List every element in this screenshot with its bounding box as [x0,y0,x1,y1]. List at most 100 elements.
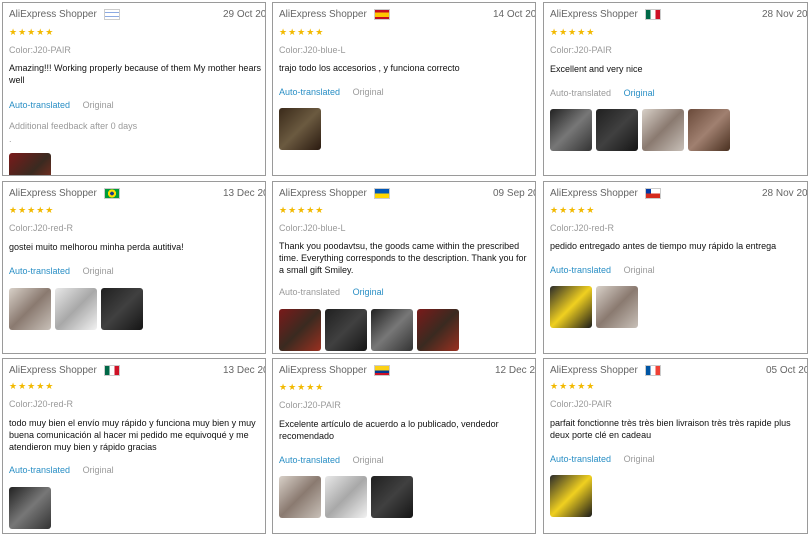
review-photo[interactable] [279,108,321,150]
rating-stars: ★★★★★ [279,205,325,215]
review-header: AliExpress Shopper 14 Oct 202 [279,9,535,23]
auto-translated-link[interactable]: Auto-translated [279,287,340,297]
original-link[interactable]: Original [624,454,655,464]
review-photo[interactable] [550,109,592,151]
review-card: AliExpress Shopper 13 Dec 202 ★★★★★ Colo… [2,181,266,354]
review-date: 13 Dec 202 [223,365,265,376]
review-header: AliExpress Shopper 09 Sep 202 [279,188,535,202]
country-flag-icon [373,365,390,376]
review-photos [279,108,321,150]
translation-toggle: Auto-translated Original [550,454,655,464]
review-photo[interactable] [417,309,459,351]
rating-stars: ★★★★★ [9,381,55,391]
shopper-name: AliExpress Shopper [550,188,638,199]
review-photos [279,476,413,518]
review-text: gostei muito melhorou minha perda autiti… [9,242,184,252]
review-card: AliExpress Shopper 13 Dec 202 ★★★★★ Colo… [2,358,266,534]
auto-translated-link[interactable]: Auto-translated [550,265,611,275]
review-photos [550,475,592,517]
translation-toggle: Auto-translated Original [279,287,384,297]
review-text: trajo todo los accesorios , y funciona c… [279,63,460,73]
rating-stars: ★★★★★ [9,205,55,215]
auto-translated-link[interactable]: Auto-translated [550,88,611,98]
country-flag-icon [373,188,390,199]
translation-toggle: Auto-translated Original [279,455,384,465]
review-photo[interactable] [9,153,51,175]
product-variant: Color:J20-red-R [550,223,615,233]
country-flag-icon [103,365,120,376]
review-photo[interactable] [279,476,321,518]
original-link[interactable]: Original [624,88,655,98]
review-card: AliExpress Shopper 12 Dec 202 ★★★★★ Colo… [272,358,536,534]
review-photos [279,309,459,351]
country-flag-icon [373,9,390,20]
shopper-name: AliExpress Shopper [9,9,97,20]
shopper-name: AliExpress Shopper [279,188,367,199]
product-variant: Color:J20-PAIR [550,399,612,409]
review-header: AliExpress Shopper 05 Oct 202 [550,365,807,379]
review-photo[interactable] [688,109,730,151]
translation-toggle: Auto-translated Original [9,465,114,475]
translation-toggle: Auto-translated Original [550,265,655,275]
shopper-name: AliExpress Shopper [550,9,638,20]
original-link[interactable]: Original [353,455,384,465]
review-photo[interactable] [55,288,97,330]
review-photo[interactable] [325,476,367,518]
review-card: AliExpress Shopper 28 Nov 20 ★★★★★ Color… [543,2,808,176]
original-link[interactable]: Original [83,465,114,475]
rating-stars: ★★★★★ [279,382,325,392]
review-photos [9,487,51,529]
shopper-name: AliExpress Shopper [279,9,367,20]
original-link[interactable]: Original [83,266,114,276]
original-link[interactable]: Original [624,265,655,275]
review-date: 29 Oct 202 [223,9,266,20]
translation-toggle: Auto-translated Original [9,266,114,276]
auto-translated-link[interactable]: Auto-translated [9,266,70,276]
shopper-name: AliExpress Shopper [9,188,97,199]
review-date: 09 Sep 202 [493,188,535,199]
review-photo[interactable] [9,288,51,330]
review-text: Excellent and very nice [550,64,643,74]
review-header: AliExpress Shopper 28 Nov 20 [550,188,807,202]
review-photo[interactable] [596,286,638,328]
additional-feedback-label: Additional feedback after 0 days [9,121,138,131]
auto-translated-link[interactable]: Auto-translated [550,454,611,464]
review-header: AliExpress Shopper 12 Dec 202 [279,365,535,379]
review-photo[interactable] [550,286,592,328]
review-card: AliExpress Shopper 14 Oct 202 ★★★★★ Colo… [272,2,536,176]
review-photo[interactable] [325,309,367,351]
review-header: AliExpress Shopper 28 Nov 20 [550,9,807,23]
original-link[interactable]: Original [83,100,114,110]
country-flag-icon [644,188,661,199]
product-variant: Color:J20-red-R [9,223,74,233]
review-photo[interactable] [550,475,592,517]
rating-stars: ★★★★★ [9,27,55,37]
rating-stars: ★★★★★ [550,381,596,391]
auto-translated-link[interactable]: Auto-translated [9,465,70,475]
review-text: Amazing!!! Working properly because of t… [9,63,261,85]
product-variant: Color:J20-PAIR [279,400,341,410]
auto-translated-link[interactable]: Auto-translated [279,87,340,97]
auto-translated-link[interactable]: Auto-translated [9,100,70,110]
review-card: AliExpress Shopper 05 Oct 202 ★★★★★ Colo… [543,358,808,534]
auto-translated-link[interactable]: Auto-translated [279,455,340,465]
review-header: AliExpress Shopper 29 Oct 202 [9,9,265,23]
review-header: AliExpress Shopper 13 Dec 202 [9,365,265,379]
original-link[interactable]: Original [353,87,384,97]
review-photo[interactable] [9,487,51,529]
review-text: Excelente artículo de acuerdo a lo publi… [279,419,499,441]
review-photo[interactable] [596,109,638,151]
review-card: AliExpress Shopper 29 Oct 202 ★★★★★ Colo… [2,2,266,176]
product-variant: Color:J20-blue-L [279,223,346,233]
review-photo[interactable] [371,476,413,518]
review-photo[interactable] [371,309,413,351]
review-photo[interactable] [279,309,321,351]
review-date: 05 Oct 202 [766,365,807,376]
product-variant: Color:J20-PAIR [550,45,612,55]
review-photo[interactable] [101,288,143,330]
original-link[interactable]: Original [353,287,384,297]
review-photo[interactable] [642,109,684,151]
review-header: AliExpress Shopper 13 Dec 202 [9,188,265,202]
review-date: 28 Nov 20 [762,188,808,199]
rating-stars: ★★★★★ [279,27,325,37]
